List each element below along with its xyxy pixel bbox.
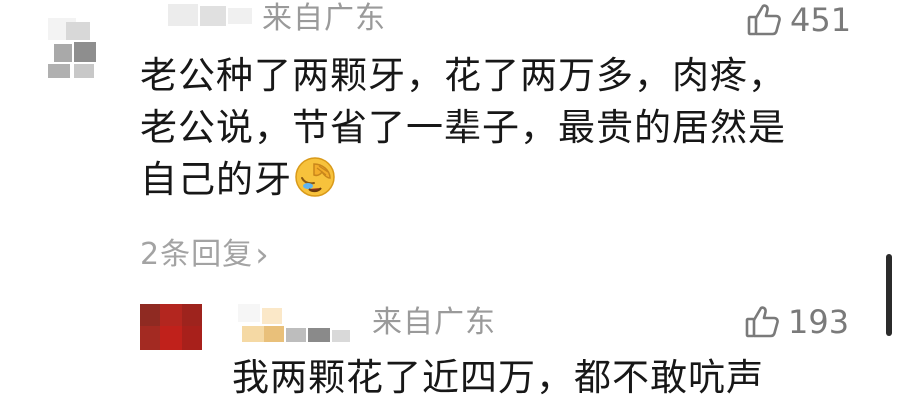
- comment-line: 老公种了两颗牙，花了两万多，肉疼，: [140, 54, 786, 97]
- view-replies-label: 2条回复: [140, 237, 254, 272]
- comment-like-button[interactable]: 451: [746, 2, 851, 38]
- scrollbar-thumb[interactable]: [886, 254, 892, 336]
- comment-like-count: 451: [790, 1, 852, 39]
- comment-location: 来自广东: [262, 1, 386, 36]
- chevron-right-icon: ›: [255, 235, 270, 275]
- reply-location: 来自广东: [372, 305, 496, 340]
- username-blurred[interactable]: [168, 0, 258, 30]
- avatar[interactable]: [48, 18, 100, 78]
- view-replies-link[interactable]: 2条回复 ›: [140, 238, 270, 272]
- comment-body: 老公种了两颗牙，花了两万多，肉疼， 老公说，节省了一辈子，最贵的居然是 自己的牙: [140, 50, 860, 206]
- comment-line-text: 自己的牙: [140, 158, 292, 201]
- comment-line-last: 自己的牙: [140, 154, 860, 206]
- reply-like-count: 193: [788, 303, 850, 341]
- thumbs-up-icon: [746, 2, 782, 38]
- reply-like-button[interactable]: 193: [744, 304, 849, 340]
- reply-body: 我两颗花了近四万，都不敢吭声: [232, 356, 764, 399]
- comment-line: 老公说，节省了一辈子，最贵的居然是: [140, 106, 786, 149]
- facepalm-laughing-emoji-icon: [294, 156, 336, 198]
- reply-username-blurred[interactable]: [238, 304, 356, 344]
- reply-avatar[interactable]: [140, 304, 202, 350]
- thumbs-up-icon: [744, 304, 780, 340]
